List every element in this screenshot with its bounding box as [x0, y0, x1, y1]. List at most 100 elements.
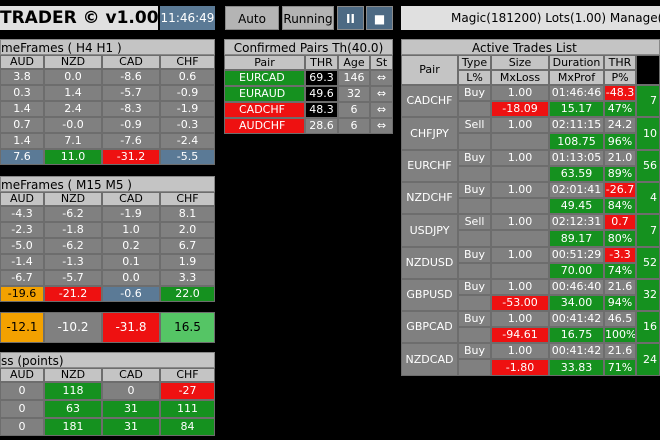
trade-pair[interactable]: CADCHF [401, 85, 458, 117]
trade-type: Buy [458, 150, 491, 166]
column-header: MxLoss [491, 70, 549, 85]
trade-maxprofit: 89.17 [549, 230, 604, 247]
value-cell: -31.2 [102, 149, 160, 165]
points-cell: 84 [160, 418, 215, 436]
value-cell: 1.4 [44, 85, 102, 101]
value-cell: 0.0 [102, 270, 160, 286]
value-cell: 6.7 [160, 238, 215, 254]
running-status-button[interactable]: Running [282, 6, 334, 30]
strength-cell: -10.2 [44, 312, 102, 343]
points-cell: 0 [0, 418, 44, 436]
trade-lpct [458, 101, 491, 117]
column-header: CAD [102, 192, 160, 206]
trade-side-value: 10 [636, 117, 660, 150]
auto-button[interactable]: Auto [225, 6, 279, 30]
clock-display: 11:46:49 [160, 6, 215, 30]
trade-size: 1.00 [491, 247, 549, 263]
value-cell: -1.8 [44, 222, 102, 238]
trade-type: Buy [458, 311, 491, 327]
trade-side-value: 24 [636, 343, 660, 376]
side-header [636, 55, 660, 85]
trade-pair[interactable]: NZDCHF [401, 182, 458, 214]
confirmed-status-icon[interactable]: ⇔ [370, 118, 393, 134]
trade-side-value: 32 [636, 279, 660, 311]
column-header: MxProf [549, 70, 604, 85]
confirmed-pair[interactable]: EURCAD [224, 70, 305, 86]
trade-thr: 21.6 [604, 343, 636, 359]
confirmed-thr: 69.3 [305, 70, 338, 86]
trade-thr: 21.0 [604, 150, 636, 166]
value-cell: 7.6 [0, 149, 44, 165]
trade-thr: 46.5 [604, 311, 636, 327]
trade-type: Buy [458, 279, 491, 295]
column-header: CHF [160, 55, 215, 69]
trade-duration: 01:46:46 [549, 85, 604, 101]
value-cell: -0.6 [102, 286, 160, 302]
trade-thr: -26.7 [604, 182, 636, 198]
column-header: Duration [549, 55, 604, 70]
trade-lpct [458, 166, 491, 182]
strength-cell: -31.8 [102, 312, 160, 343]
trade-lpct [458, 327, 491, 343]
trade-pair[interactable]: NZDUSD [401, 247, 458, 279]
value-cell: 11.0 [44, 149, 102, 165]
trade-pair[interactable]: NZDCAD [401, 343, 458, 376]
value-cell: 2.0 [160, 222, 215, 238]
column-header: St [370, 55, 393, 70]
value-cell: 22.0 [160, 286, 215, 302]
value-cell: -6.2 [44, 206, 102, 222]
trade-duration: 00:41:42 [549, 311, 604, 327]
confirmed-pair[interactable]: CADCHF [224, 102, 305, 118]
trade-duration: 02:12:31 [549, 214, 604, 230]
trade-pair[interactable]: GBPUSD [401, 279, 458, 311]
confirmed-pair[interactable]: EURAUD [224, 86, 305, 102]
value-cell: -21.2 [44, 286, 102, 302]
trade-maxloss: -18.09 [491, 101, 549, 117]
confirmed-age: 6 [338, 102, 370, 118]
value-cell: 3.3 [160, 270, 215, 286]
trade-size: 1.00 [491, 85, 549, 101]
value-cell: 1.9 [160, 254, 215, 270]
trade-side-value: 56 [636, 150, 660, 182]
confirmed-age: 6 [338, 118, 370, 134]
trade-pair[interactable]: CHFJPY [401, 117, 458, 150]
trade-duration: 00:51:29 [549, 247, 604, 263]
trades-title: Active Trades List [401, 39, 660, 55]
trade-maxloss: -1.80 [491, 359, 549, 376]
column-header: P% [604, 70, 636, 85]
value-cell: -8.6 [102, 69, 160, 85]
trade-size: 1.00 [491, 182, 549, 198]
confirmed-status-icon[interactable]: ⇔ [370, 86, 393, 102]
points-cell: 181 [44, 418, 102, 436]
confirmed-status-icon[interactable]: ⇔ [370, 102, 393, 118]
value-cell: 0.1 [102, 254, 160, 270]
value-cell: -5.7 [44, 270, 102, 286]
trade-pair[interactable]: EURCHF [401, 150, 458, 182]
trade-size: 1.00 [491, 150, 549, 166]
trade-maxloss [491, 166, 549, 182]
value-cell: 0.0 [44, 69, 102, 85]
trade-size: 1.00 [491, 279, 549, 295]
value-cell: 1.0 [102, 222, 160, 238]
column-header: AUD [0, 55, 44, 69]
trade-ppct: 84% [604, 198, 636, 214]
trade-duration: 00:41:42 [549, 343, 604, 359]
stop-icon[interactable]: ■ [366, 6, 393, 30]
trade-size: 1.00 [491, 311, 549, 327]
trade-pair[interactable]: USDJPY [401, 214, 458, 247]
trade-type: Sell [458, 214, 491, 230]
strength-cell: 16.5 [160, 312, 215, 343]
value-cell: -6.7 [0, 270, 44, 286]
trade-thr: 21.6 [604, 279, 636, 295]
confirmed-title: Confirmed Pairs Th(40.0) [224, 39, 393, 55]
trade-pair[interactable]: GBPCAD [401, 311, 458, 343]
confirmed-age: 146 [338, 70, 370, 86]
confirmed-pair[interactable]: AUDCHF [224, 118, 305, 134]
value-cell: -0.0 [44, 117, 102, 133]
column-header: L% [458, 70, 491, 85]
trade-side-value: 7 [636, 85, 660, 117]
trade-lpct [458, 263, 491, 279]
trade-ppct: 74% [604, 263, 636, 279]
pause-icon[interactable]: II [337, 6, 364, 30]
confirmed-status-icon[interactable]: ⇔ [370, 70, 393, 86]
